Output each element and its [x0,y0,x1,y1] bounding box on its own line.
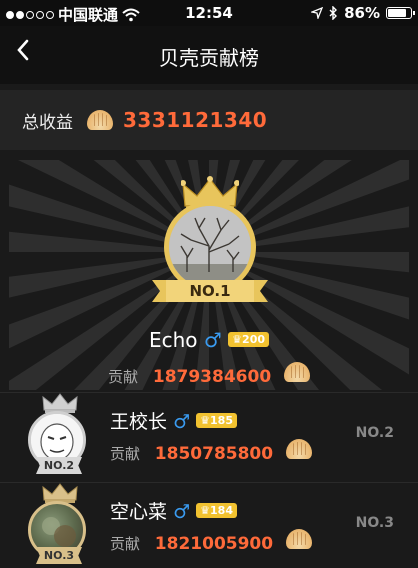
list-item[interactable]: NO.3 空心菜 ♂ ♛184 贡献 1821005900 NO.3 [0,482,418,568]
rank-badge: NO.2 [36,457,82,474]
user-name[interactable]: 王校长 [110,411,167,433]
rank-label: NO.3 [355,515,394,531]
user-level: 185 [210,414,233,427]
list-item[interactable]: NO.2 王校长 ♂ ♛185 贡献 1850785800 NO.2 [0,392,418,480]
shell-icon [285,439,312,459]
level-badge: ♛185 [196,413,237,428]
battery-percent: 86% [344,4,380,22]
shell-icon [285,529,312,549]
shell-icon [87,110,113,130]
contribution-value: 1879384600 [152,367,272,387]
user-contribution: 贡献 1850785800 [110,439,312,464]
user-contribution: 贡献 1821005900 [110,529,312,554]
total-income-value: 3331121340 [123,108,268,132]
total-income-label: 总收益 [22,112,73,133]
battery-icon [386,7,415,19]
tree-photo-icon [169,206,251,288]
contribution-value: 1821005900 [154,534,274,554]
crown-small-icon: ♛ [200,414,211,427]
top1-rank-label: NO.1 [189,282,231,300]
top1-name-line: Echo ♂ ♛200 [0,328,418,352]
male-icon: ♂ [173,501,191,523]
top1-contribution: 贡献 1879384600 [0,362,418,387]
male-icon: ♂ [203,328,222,352]
rank-badge: NO.3 [36,547,82,564]
page-title: 贝壳贡献榜 [159,46,259,70]
contribution-label: 贡献 [110,445,141,463]
user-name[interactable]: 空心菜 [110,501,167,523]
top1-rank-ribbon: NO.1 [152,278,268,304]
status-bar: 中国联通 12:54 86% [0,0,418,26]
nav-bar: 贝壳贡献榜 [0,26,418,84]
level-badge: ♛184 [196,503,237,518]
level-badge: ♛200 [228,332,270,347]
top1-name[interactable]: Echo [149,328,198,352]
top1-level: 200 [242,333,266,346]
user-name-line: 王校长 ♂ ♛185 [110,407,237,434]
user-level: 184 [210,504,233,517]
location-arrow-icon [311,7,324,19]
male-icon: ♂ [173,411,191,433]
crown-small-icon: ♛ [200,504,211,517]
contribution-value: 1850785800 [154,444,274,464]
crown-small-icon: ♛ [232,333,243,346]
shell-icon [283,362,310,382]
user-name-line: 空心菜 ♂ ♛184 [110,497,237,524]
contribution-label: 贡献 [110,535,141,553]
status-right: 86% [311,4,415,22]
bluetooth-icon [329,6,338,20]
contribution-label: 贡献 [108,368,139,386]
total-income-row: 总收益 3331121340 [0,90,418,150]
rank-label: NO.2 [355,425,394,441]
